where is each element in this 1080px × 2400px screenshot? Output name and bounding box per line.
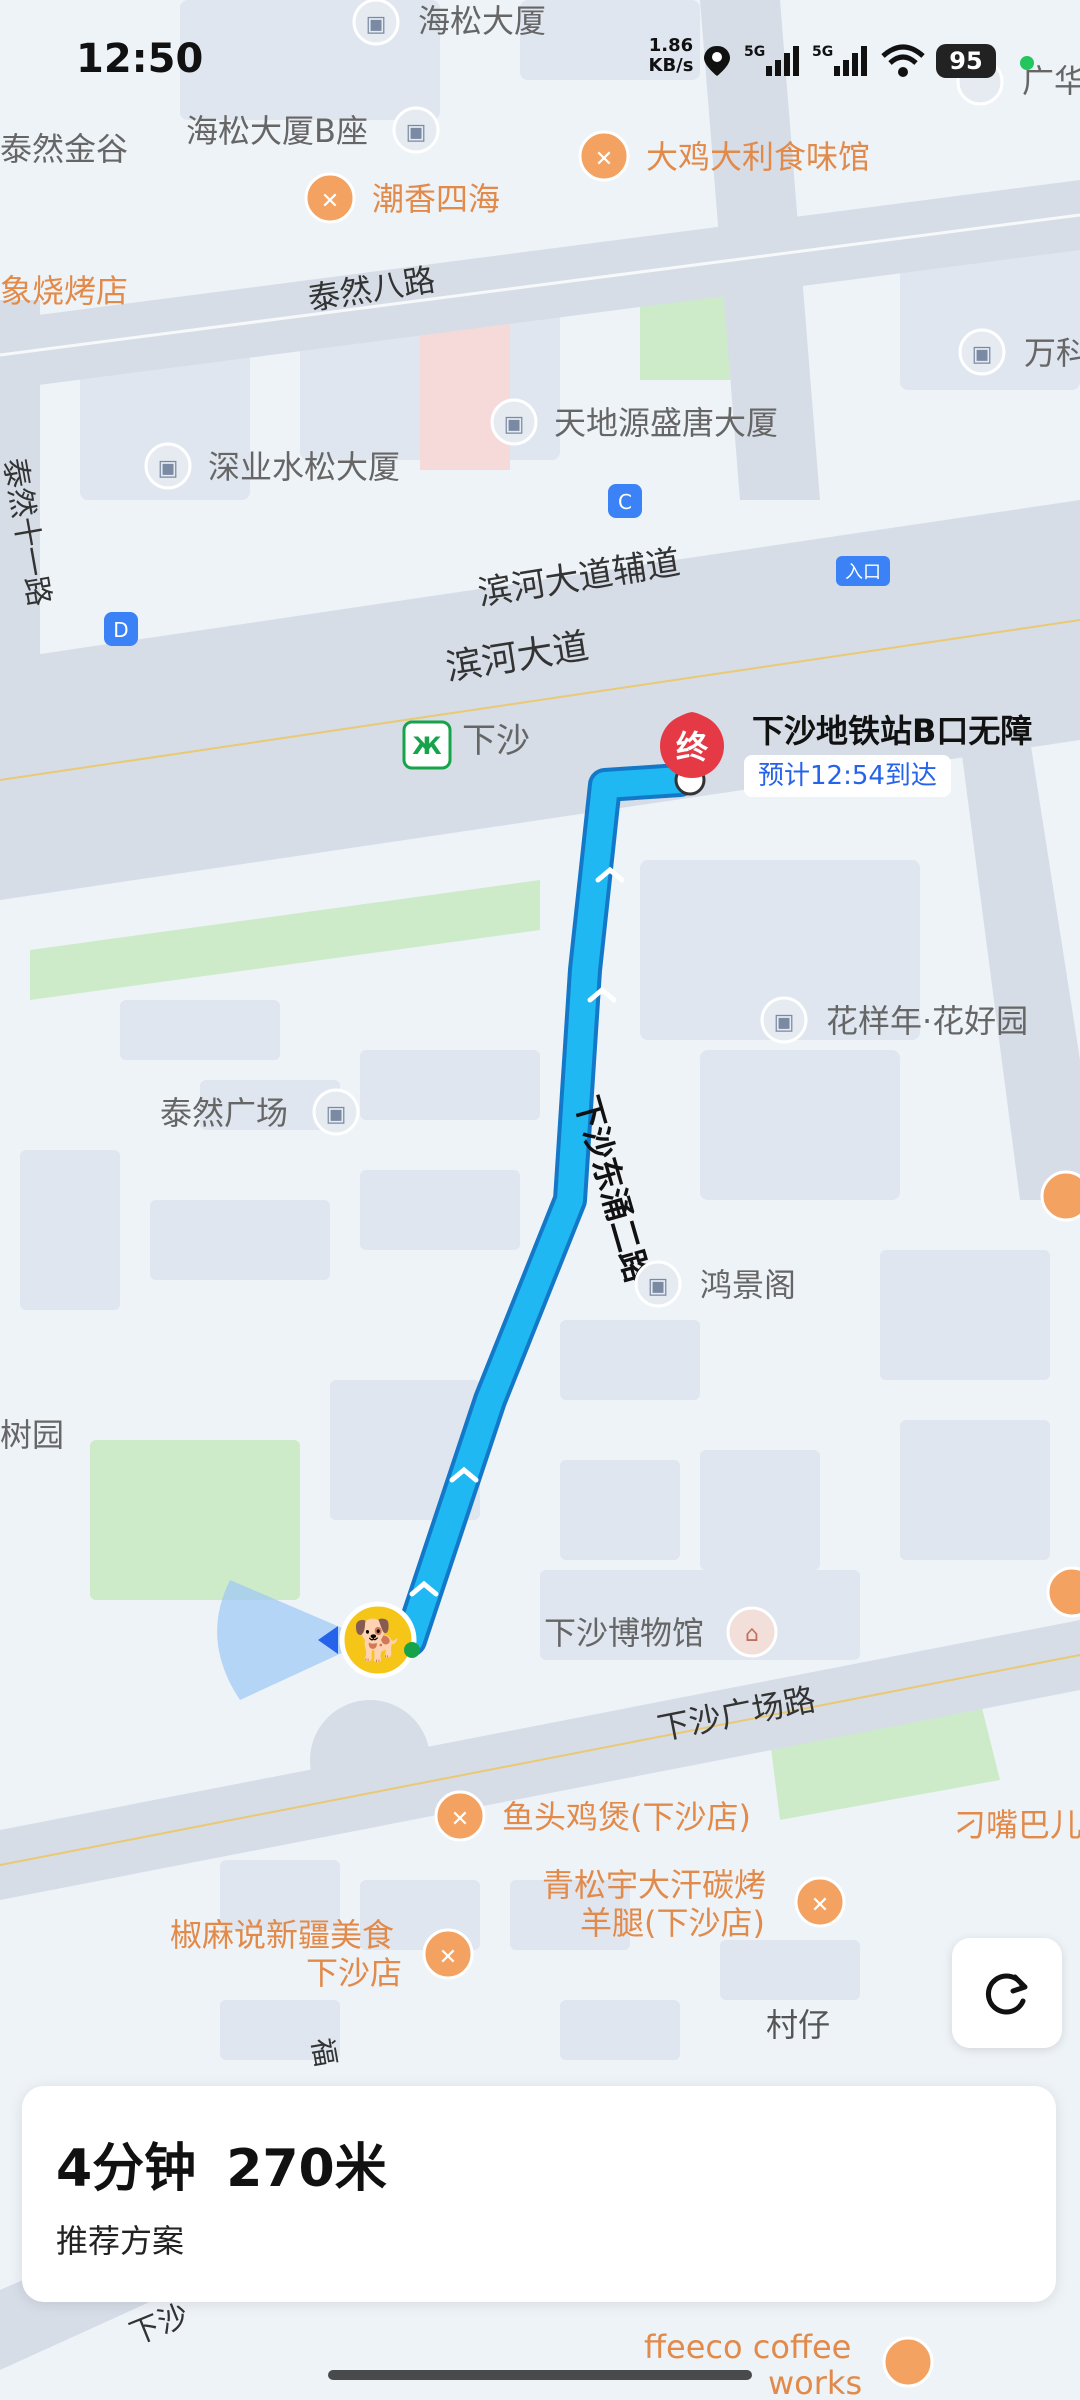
road-label-fu: 福 <box>305 2035 342 2068</box>
poi-bbq: 象烧烤店 <box>0 272 128 310</box>
route-start-dot <box>404 1642 420 1658</box>
signal-icon-sim1: 5G <box>744 44 799 76</box>
svg-text:C: C <box>618 490 632 514</box>
route-distance: 270米 <box>226 2139 387 2199</box>
restaurant-icon: ✕ <box>811 1893 829 1918</box>
svg-text:下沙博物馆: 下沙博物馆 <box>544 1614 704 1652</box>
battery-indicator: 95 <box>936 44 996 78</box>
signal-icon-sim2: 5G <box>812 44 867 76</box>
poi-tairan-plaza: ▣ 泰然广场 <box>160 1088 360 1136</box>
building-icon: ▣ <box>774 1010 795 1035</box>
svg-text:深业水松大厦: 深业水松大厦 <box>208 448 400 486</box>
avatar: 🐕 <box>353 1617 403 1664</box>
poi-right-food-1 <box>1040 1170 1080 1222</box>
map-canvas[interactable]: 泰然八路 滨河大道辅道 滨河大道 下沙广场路 下沙 泰然十一路 福 下沙东涌二路… <box>0 0 1080 2400</box>
privacy-indicator-dot <box>1020 56 1034 70</box>
svg-text:天地源盛唐大厦: 天地源盛唐大厦 <box>554 404 778 442</box>
route-summary-card[interactable]: 4分钟 270米 推荐方案 <box>22 2086 1056 2302</box>
restaurant-icon: ✕ <box>439 1945 457 1970</box>
poi-cunzai: 村仔 <box>766 2006 830 2044</box>
building-icon: ▣ <box>972 342 993 367</box>
poi-hongjing: ▣ 鸿景阁 <box>634 1260 796 1308</box>
status-bar: 12:50 1.86 KB/s 5G 5G 95 <box>0 0 1080 120</box>
refresh-button[interactable] <box>952 1938 1062 2048</box>
marker-d: D <box>104 612 138 646</box>
poi-tairan-jingu: 泰然金谷 <box>0 130 128 168</box>
building-icon: ▣ <box>406 120 427 145</box>
marker-c: C <box>608 484 642 518</box>
svg-text:D: D <box>113 618 128 642</box>
svg-text:下沙店: 下沙店 <box>306 1954 402 1992</box>
red-zone <box>420 310 510 470</box>
svg-text:羊腿(下沙店): 羊腿(下沙店) <box>580 1904 765 1942</box>
svg-text:works: works <box>768 2364 862 2400</box>
svg-text:入口: 入口 <box>845 562 881 583</box>
destination-title[interactable]: 下沙地铁站B口无障 <box>752 706 1032 752</box>
status-time: 12:50 <box>76 36 204 82</box>
net-speed: 1.86 KB/s <box>648 35 694 76</box>
entrance-tag: 入口 <box>836 556 890 586</box>
restaurant-icon: ✕ <box>321 189 339 214</box>
wifi-icon <box>881 44 925 77</box>
svg-text:大鸡大利食味馆: 大鸡大利食味馆 <box>646 138 870 176</box>
refresh-icon <box>985 1973 1028 2015</box>
poi-diaozui: 刁嘴巴儿 <box>954 1806 1080 1844</box>
svg-text:泰然广场: 泰然广场 <box>160 1094 288 1132</box>
svg-text:5G: 5G <box>812 44 833 60</box>
poi-chaoxiang: ✕ 潮香四海 <box>304 172 500 224</box>
location-icon <box>704 46 730 76</box>
building-icon: ▣ <box>326 1102 347 1127</box>
svg-text:ffeeco coffee: ffeeco coffee <box>644 2328 851 2366</box>
restaurant-icon: ✕ <box>451 1807 469 1832</box>
building-icon: ▣ <box>504 412 525 437</box>
svg-text:鸿景阁: 鸿景阁 <box>700 1266 796 1304</box>
svg-text:终: 终 <box>676 728 709 766</box>
building-icon: ▣ <box>158 456 179 481</box>
eta-label: 预计12:54到达 <box>744 755 951 797</box>
svg-text:潮香四海: 潮香四海 <box>372 180 500 218</box>
svg-text:椒麻说新疆美食: 椒麻说新疆美食 <box>170 1916 394 1954</box>
map-navigation-screen: 泰然八路 滨河大道辅道 滨河大道 下沙广场路 下沙 泰然十一路 福 下沙东涌二路… <box>0 0 1080 2400</box>
poi-museum: ⌂ 下沙博物馆 <box>544 1606 778 1658</box>
svg-text:万科: 万科 <box>1024 334 1080 372</box>
route-plan-label: 推荐方案 <box>56 2222 185 2260</box>
svg-text:花样年·花好园: 花样年·花好园 <box>826 1002 1028 1040</box>
route-summary: 4分钟 270米 <box>56 2126 387 2201</box>
restaurant-icon: ✕ <box>595 147 613 172</box>
metro-station-xiasha[interactable]: Ж 下沙 <box>402 720 530 770</box>
poi-shuyuan: 树园 <box>0 1416 64 1454</box>
route-duration: 4分钟 <box>56 2139 197 2199</box>
svg-text:5G: 5G <box>744 44 765 60</box>
svg-text:下沙: 下沙 <box>462 721 530 761</box>
museum-icon: ⌂ <box>745 1622 759 1647</box>
building-icon: ▣ <box>648 1274 669 1299</box>
poi-shenye: ▣ 深业水松大厦 <box>144 442 400 490</box>
svg-text:鱼头鸡煲(下沙店): 鱼头鸡煲(下沙店) <box>502 1798 751 1836</box>
svg-text:Ж: Ж <box>412 732 442 760</box>
home-indicator[interactable] <box>328 2370 752 2380</box>
svg-text:青松宇大汗碳烤: 青松宇大汗碳烤 <box>542 1866 766 1904</box>
